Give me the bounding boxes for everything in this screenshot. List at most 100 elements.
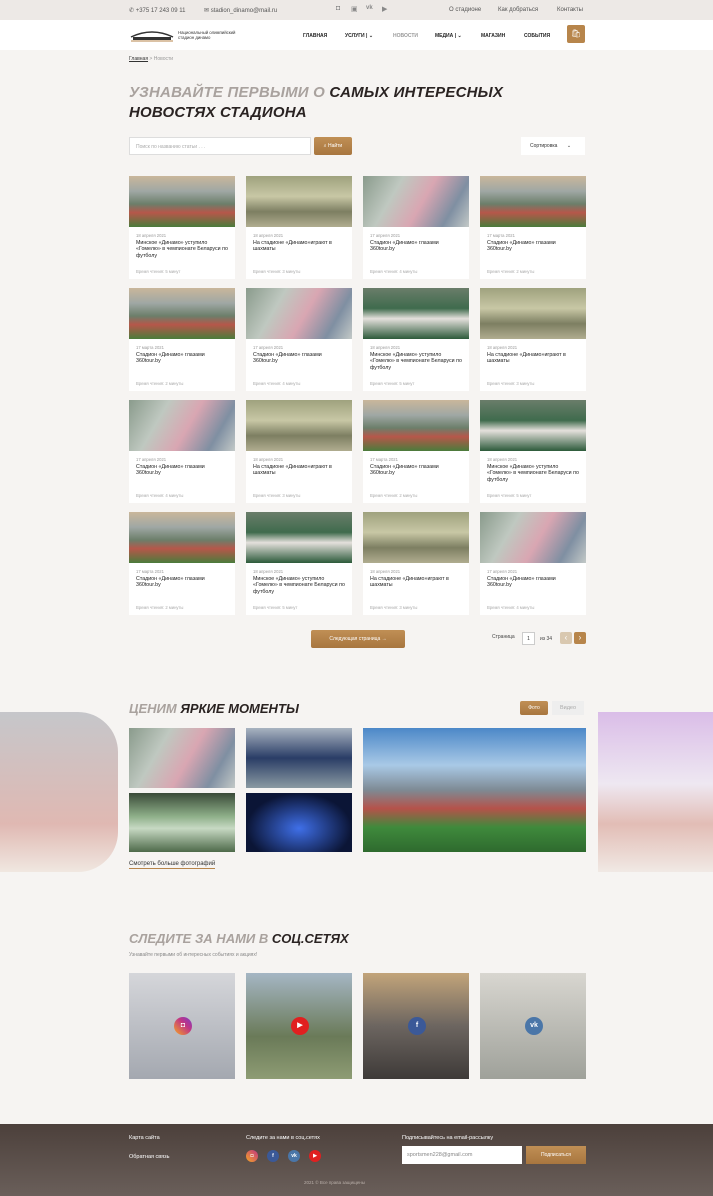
news-card[interactable]: 17 апреля 2021 Стадион «Динамо» глазами 3… <box>129 400 235 503</box>
subscribe-button[interactable]: Подписаться <box>526 1146 586 1164</box>
news-card-image <box>246 288 352 339</box>
news-card[interactable]: 18 апреля 2021 Минское «Динамо» уступило … <box>129 176 235 279</box>
gallery-photo[interactable] <box>129 728 235 788</box>
gallery-photo[interactable] <box>246 793 352 852</box>
vk-icon[interactable]: vk <box>288 1150 300 1162</box>
topbar-link-directions[interactable]: Как добраться <box>498 7 538 13</box>
news-card-title[interactable]: Минское «Динамо» уступило «Гомелю» в чем… <box>253 576 345 595</box>
news-card[interactable]: 18 апреля 2021 Минское «Динамо» уступило … <box>246 512 352 615</box>
email-link[interactable]: ✉ stadion_dinamo@mail.ru <box>204 7 277 14</box>
news-card-title[interactable]: Стадион «Динамо» глазами 360tour.by <box>370 464 462 477</box>
more-photos-link[interactable]: Смотреть больше фотографий <box>129 861 216 869</box>
news-card-image <box>246 400 352 451</box>
facebook-icon[interactable]: f <box>267 1150 279 1162</box>
news-card[interactable]: 17 марта 2021 Стадион «Динамо» глазами 36… <box>129 512 235 615</box>
footer-feedback-link[interactable]: Обратная связь <box>129 1154 170 1160</box>
footer-sitemap-link[interactable]: Карта сайта <box>129 1135 160 1141</box>
news-card-read-time: Время чтения: 2 минуты <box>136 381 184 386</box>
nav-news[interactable]: НОВОСТИ <box>393 33 418 39</box>
news-card-title[interactable]: Стадион «Динамо» глазами 360tour.by <box>253 352 345 365</box>
news-card[interactable]: 17 апреля 2021 Стадион «Динамо» глазами 3… <box>480 512 586 615</box>
news-card-title[interactable]: Стадион «Динамо» глазами 360tour.by <box>487 240 579 253</box>
news-card-title[interactable]: Стадион «Динамо» глазами 360tour.by <box>136 352 228 365</box>
nav-services[interactable]: УСЛУГИ | ⌄ <box>345 33 373 39</box>
news-card[interactable]: 18 апреля 2021 На стадионе «Динамо»играют… <box>363 512 469 615</box>
news-card-date: 17 апреля 2021 <box>370 233 401 238</box>
news-card-date: 18 апреля 2021 <box>370 569 401 574</box>
next-page-button[interactable]: Следующая страница → <box>311 630 405 648</box>
news-card-title[interactable]: Минское «Динамо» уступило «Гомелю» в чем… <box>370 352 462 371</box>
news-card-title[interactable]: На стадионе «Динамо»играют в шахматы <box>253 240 345 253</box>
news-card-image <box>129 288 235 339</box>
next-page-arrow-icon[interactable]: › <box>574 632 586 644</box>
news-card-date: 17 апреля 2021 <box>136 457 167 462</box>
news-card[interactable]: 18 апреля 2021 На стадионе «Динамо»играют… <box>246 400 352 503</box>
news-card[interactable]: 18 апреля 2021 На стадионе «Динамо»играют… <box>480 288 586 391</box>
subscribe-label: Подписывайтесь на email-рассылку <box>402 1135 494 1141</box>
news-card-date: 18 апреля 2021 <box>253 457 284 462</box>
topbar-link-contacts[interactable]: Контакты <box>557 7 583 13</box>
news-card[interactable]: 17 апреля 2021 Стадион «Динамо» глазами 3… <box>246 288 352 391</box>
breadcrumb-home[interactable]: Главная <box>129 56 148 62</box>
facebook-card[interactable]: f <box>363 973 469 1079</box>
youtube-card[interactable]: ▶ <box>246 973 352 1079</box>
news-card-read-time: Время чтения: 2 минуты <box>370 493 418 498</box>
facebook-icon: f <box>408 1017 426 1035</box>
sort-dropdown[interactable]: Сортировка ⌄ <box>521 137 585 155</box>
news-card[interactable]: 17 марта 2021 Стадион «Динамо» глазами 36… <box>363 400 469 503</box>
youtube-icon[interactable]: ▶ <box>309 1150 321 1162</box>
news-card-title[interactable]: Минское «Динамо» уступило «Гомелю» в чем… <box>487 464 579 483</box>
news-card-title[interactable]: На стадионе «Динамо»играют в шахматы <box>487 352 579 365</box>
news-card-read-time: Время чтения: 2 минуты <box>136 605 184 610</box>
email-field[interactable]: sportsmen228@gmail.com <box>402 1146 522 1164</box>
news-card-title[interactable]: Стадион «Динамо» глазами 360tour.by <box>487 576 579 589</box>
main-navbar: Национальный олимпийский стадион динамо … <box>0 20 713 50</box>
nav-shop[interactable]: МАГАЗИН <box>481 33 505 39</box>
prev-page-arrow-icon[interactable]: ‹ <box>560 632 572 644</box>
news-card-title[interactable]: Стадион «Динамо» глазами 360tour.by <box>370 240 462 253</box>
news-card-title[interactable]: Стадион «Динамо» глазами 360tour.by <box>136 464 228 477</box>
chevron-down-icon: ⌄ <box>368 33 374 39</box>
nav-media[interactable]: МЕДИА | ⌄ <box>435 33 462 39</box>
news-card-title[interactable]: На стадионе «Динамо»играют в шахматы <box>370 576 462 589</box>
instagram-card[interactable]: ◘ <box>129 973 235 1079</box>
gallery-photo[interactable] <box>246 728 352 788</box>
news-card-read-time: Время чтения: 5 минут <box>136 269 181 274</box>
news-card-date: 17 марта 2021 <box>136 569 164 574</box>
gallery-side-image-left <box>0 712 118 872</box>
youtube-icon: ▶ <box>291 1017 309 1035</box>
search-button[interactable]: ⌕ Найти <box>314 137 352 155</box>
news-card[interactable]: 18 апреля 2021 На стадионе «Динамо»играют… <box>246 176 352 279</box>
news-card[interactable]: 17 апреля 2021 Стадион «Динамо» глазами 3… <box>363 176 469 279</box>
search-input[interactable]: Поиск по названию статьи . . . <box>129 137 311 155</box>
tab-photo[interactable]: Фото <box>520 701 548 715</box>
news-card-title[interactable]: Минское «Динамо» уступило «Гомелю» в чем… <box>136 240 228 259</box>
phone-link[interactable]: ✆ +375 17 243 09 11 <box>129 7 185 14</box>
youtube-icon[interactable]: ▶ <box>382 5 387 13</box>
stadium-logo-icon[interactable] <box>129 27 175 43</box>
gallery-photo-large[interactable] <box>363 728 586 852</box>
instagram-icon[interactable]: ◘ <box>336 5 340 12</box>
shopping-bag-icon[interactable]: 🛍 <box>567 25 585 43</box>
news-card-title[interactable]: Стадион «Динамо» глазами 360tour.by <box>136 576 228 589</box>
news-card-read-time: Время чтения: 3 минуты <box>487 381 535 386</box>
topbar-link-about[interactable]: О стадионе <box>449 7 481 13</box>
facebook-icon[interactable]: ▣ <box>351 5 358 13</box>
tab-video[interactable]: Видео <box>552 701 584 715</box>
vk-icon[interactable]: vk <box>366 5 373 11</box>
chevron-down-icon: ⌄ <box>566 143 572 149</box>
news-card-title[interactable]: На стадионе «Динамо»играют в шахматы <box>253 464 345 477</box>
news-card-date: 18 апреля 2021 <box>253 233 284 238</box>
news-card-date: 18 апреля 2021 <box>487 457 518 462</box>
nav-events[interactable]: СОБЫТИЯ <box>524 33 550 39</box>
news-card-date: 17 марта 2021 <box>487 233 515 238</box>
news-card[interactable]: 17 марта 2021 Стадион «Динамо» глазами 36… <box>480 176 586 279</box>
gallery-photo[interactable] <box>129 793 235 852</box>
news-card[interactable]: 17 марта 2021 Стадион «Динамо» глазами 36… <box>129 288 235 391</box>
page-number-input[interactable]: 1 <box>522 632 535 645</box>
vk-card[interactable]: vk <box>480 973 586 1079</box>
news-card[interactable]: 18 апреля 2021 Минское «Динамо» уступило … <box>480 400 586 503</box>
nav-home[interactable]: ГЛАВНАЯ <box>303 33 327 39</box>
news-card[interactable]: 18 апреля 2021 Минское «Динамо» уступило … <box>363 288 469 391</box>
instagram-icon[interactable]: ◘ <box>246 1150 258 1162</box>
